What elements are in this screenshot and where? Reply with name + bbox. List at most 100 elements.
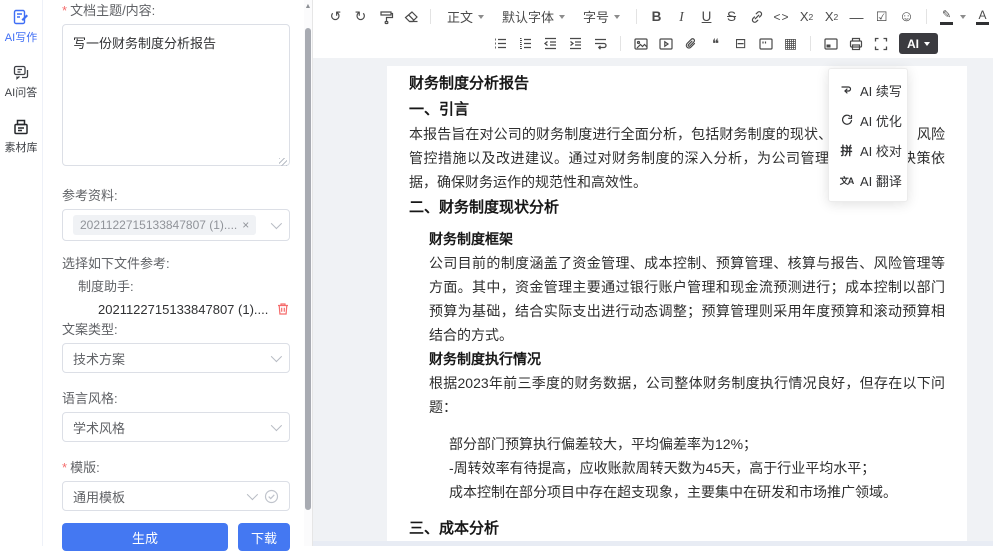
sidebar-item-label: AI写作 [5,29,37,45]
caret-down-icon [924,42,930,46]
template-select[interactable]: 通用模板 [62,481,290,511]
indent-icon[interactable] [563,32,588,55]
outdent-icon[interactable] [538,32,563,55]
format-painter-icon[interactable] [373,5,398,28]
ai-optimize-icon [839,113,854,127]
paragraph-style-dropdown[interactable]: 正文 [438,7,493,26]
delete-file-icon[interactable] [276,302,290,316]
ai-proofread-icon: 拼 [839,142,854,159]
ai-qa-icon [12,63,30,81]
menu-item-ai-optimize[interactable]: AI 优化 [829,105,907,135]
line-break-icon[interactable] [588,32,613,55]
library-icon [12,118,30,136]
preview-icon[interactable] [818,32,843,55]
ai-dropdown-button[interactable]: AI [899,33,938,54]
insert-image-icon[interactable] [628,32,653,55]
download-button[interactable]: 下载 [238,523,290,551]
sidebar-item-ai-writing[interactable]: AI写作 [0,8,42,45]
scrollbar-thumb[interactable] [305,28,311,510]
doc-type-label: 文案类型: [62,321,290,339]
doc-block-h2[interactable]: 三、成本分析 [409,517,945,541]
code-block-icon[interactable] [753,32,778,55]
sidebar-item-library[interactable]: 素材库 [0,118,42,155]
todo-checkbox-icon[interactable]: ☑ [869,5,894,28]
topic-input[interactable]: 写一份财务制度分析报告 [62,24,290,166]
form-panel-scrollbar[interactable]: ▲ [304,0,312,546]
caret-down-icon[interactable] [960,15,966,19]
ai-translate-icon: 文A [839,174,854,187]
template-value: 通用模板 [73,487,247,506]
writing-form-panel: *文档主题/内容: 写一份财务制度分析报告 参考资料: 202112271513… [43,0,304,546]
doc-block-h3[interactable]: 财务制度框架 [409,227,945,251]
style-select[interactable]: 学术风格 [62,412,290,442]
italic-icon[interactable]: I [669,5,694,28]
file-name: 2021122715133847807 (1).... [98,302,276,317]
check-circle-icon [264,489,279,504]
font-size-dropdown[interactable]: 字号 [574,7,629,26]
doc-block-p[interactable]: 部分部门预算执行偏差较大，平均偏差率为12%； [409,432,945,456]
ai-writing-icon [12,8,30,26]
doc-type-select[interactable]: 技术方案 [62,343,290,373]
attachment-icon[interactable] [678,32,703,55]
toolbar-row-1: ↺ ↻ 正文 默认字体 字号 B [323,3,993,30]
reference-select[interactable]: 2021122715133847807 (1).... × [62,209,290,241]
sidebar-item-label: AI问答 [5,84,37,100]
bullet-list-icon[interactable] [488,32,513,55]
chevron-down-icon [271,351,282,362]
topic-textarea-wrap: 写一份财务制度分析报告 [62,20,290,171]
doc-block-p[interactable]: 根据2023年前三季度的财务数据，公司整体财务制度执行情况良好，但存在以下问题： [409,371,945,419]
chevron-down-icon [247,489,258,500]
doc-type-value: 技术方案 [73,349,271,368]
doc-block-h3[interactable]: 财务制度执行情况 [409,347,945,371]
emoji-icon[interactable]: ☺ [894,5,919,28]
tag-remove-icon[interactable]: × [242,218,249,232]
app: { "sidebar": { "items": [ { "label": "AI… [0,0,993,546]
ordered-list-icon[interactable] [513,32,538,55]
menu-item-ai-proofread[interactable]: 拼 AI 校对 [829,135,907,165]
divider-block-icon[interactable]: ⊟ [728,32,753,55]
horizontal-rule-icon[interactable]: — [844,5,869,28]
reference-tag: 2021122715133847807 (1).... × [73,215,256,235]
bottom-scrollbar-track[interactable] [313,541,993,546]
file-section-label: 选择如下文件参考: [62,255,290,273]
eraser-icon[interactable] [398,5,423,28]
font-color-button[interactable]: A [970,4,993,29]
font-family-dropdown[interactable]: 默认字体 [493,7,574,26]
redo-icon[interactable]: ↻ [348,5,373,28]
strikethrough-icon[interactable]: S [719,5,744,28]
underline-icon[interactable]: U [694,5,719,28]
insert-video-icon[interactable] [653,32,678,55]
menu-item-ai-translate[interactable]: 文A AI 翻译 [829,165,907,195]
toolbar-row-2: ❝ ⊟ ▦ [323,30,993,57]
nav-rail: AI写作 AI问答 素材库 [0,0,43,546]
inline-code-icon[interactable]: <> [769,5,794,28]
sidebar-item-label: 素材库 [5,139,38,155]
scroll-up-icon[interactable]: ▲ [304,3,312,10]
subscript-icon[interactable]: X2 [794,5,819,28]
superscript-icon[interactable]: X2 [819,5,844,28]
caret-down-icon [478,15,484,19]
ai-continue-icon [839,83,854,97]
doc-block-p[interactable]: 成本控制在部分项目中存在超支现象，主要集中在研发和市场推广领域。 [409,480,945,504]
chevron-down-icon [271,420,282,431]
sidebar-item-ai-qa[interactable]: AI问答 [0,63,42,100]
style-value: 学术风格 [73,418,271,437]
highlight-color-button[interactable]: ✎ [934,4,959,29]
link-icon[interactable] [744,5,769,28]
print-icon[interactable] [843,32,868,55]
caret-down-icon [614,15,620,19]
undo-icon[interactable]: ↺ [323,5,348,28]
file-row: 2021122715133847807 (1).... [62,299,290,319]
doc-block-p[interactable]: -周转效率有待提高，应收账款周转天数为45天，高于行业平均水平； [409,456,945,480]
fullscreen-icon[interactable] [868,32,893,55]
bold-icon[interactable]: B [644,5,669,28]
menu-item-ai-continue[interactable]: AI 续写 [829,75,907,105]
chevron-down-icon [271,218,282,229]
form-actions: 生成 下载 [62,523,290,551]
topic-label: *文档主题/内容: [62,2,290,20]
insert-table-icon[interactable]: ▦ [778,32,803,55]
blockquote-icon[interactable]: ❝ [703,32,728,55]
generate-button[interactable]: 生成 [62,523,228,551]
doc-block-p[interactable]: 公司目前的制度涵盖了资金管理、成本控制、预算管理、核算与报告、风险管理等方面。其… [409,251,945,347]
file-group-label: 制度助手: [62,278,290,296]
